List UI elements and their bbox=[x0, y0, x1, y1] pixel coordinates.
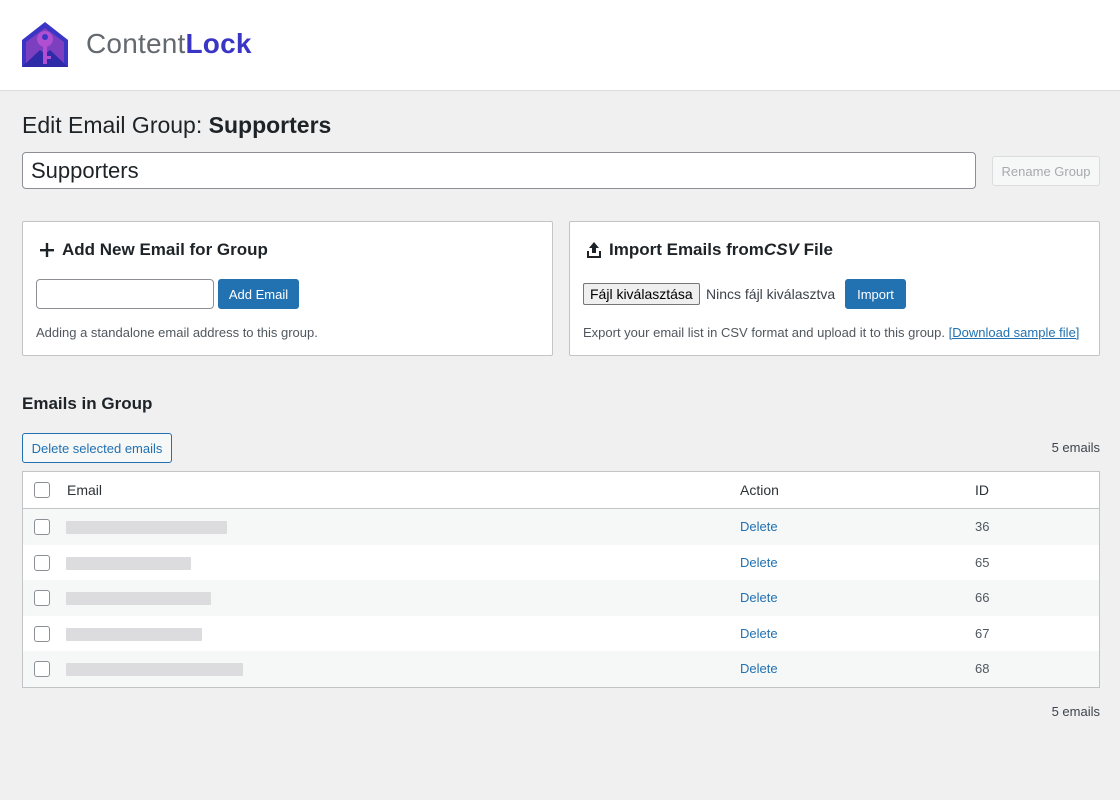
add-email-help: Adding a standalone email address to thi… bbox=[36, 325, 318, 340]
group-name-input[interactable] bbox=[22, 152, 976, 189]
page-title: Edit Email Group: Supporters bbox=[22, 112, 331, 139]
delete-link[interactable]: Delete bbox=[740, 519, 778, 534]
add-email-card-title: Add New Email for Group bbox=[39, 240, 268, 260]
plus-icon bbox=[40, 243, 54, 257]
redacted-email bbox=[66, 556, 191, 570]
row-id: 66 bbox=[975, 590, 990, 605]
choose-file-button[interactable]: Fájl kiválasztása bbox=[583, 283, 700, 305]
brand-name: ContentLock bbox=[86, 28, 252, 60]
import-title-suffix: File bbox=[798, 240, 833, 259]
rename-group-button[interactable]: Rename Group bbox=[992, 156, 1100, 186]
brand-name-bold: Lock bbox=[185, 28, 252, 59]
download-sample-link[interactable]: [Download sample file] bbox=[949, 325, 1080, 340]
row-checkbox[interactable] bbox=[34, 661, 50, 677]
add-email-card: Add New Email for Group Add Email Adding… bbox=[22, 221, 553, 356]
row-checkbox[interactable] bbox=[34, 590, 50, 606]
new-email-input[interactable] bbox=[36, 279, 214, 309]
redacted-email bbox=[66, 627, 202, 641]
delete-link[interactable]: Delete bbox=[740, 555, 778, 570]
row-checkbox[interactable] bbox=[34, 625, 50, 642]
column-id: ID bbox=[975, 482, 989, 498]
table-header: Email Action ID bbox=[23, 472, 1099, 509]
table-row: Delete 66 bbox=[23, 580, 1099, 616]
import-title-prefix: Import Emails from bbox=[609, 240, 764, 259]
email-count-top: 5 emails bbox=[1051, 440, 1100, 455]
table-row: Delete 68 bbox=[23, 651, 1099, 687]
row-id: 68 bbox=[975, 661, 990, 676]
row-id: 65 bbox=[975, 554, 990, 570]
page-title-group: Supporters bbox=[208, 112, 332, 138]
row-id: 67 bbox=[975, 625, 990, 641]
column-action: Action bbox=[740, 482, 779, 498]
table-row: Delete 36 bbox=[23, 509, 1099, 545]
emails-section-title: Emails in Group bbox=[22, 394, 153, 413]
file-status: Nincs fájl kiválasztva bbox=[706, 286, 836, 302]
table-row: Delete 67 bbox=[23, 616, 1099, 652]
select-all-checkbox[interactable] bbox=[34, 482, 50, 498]
redacted-email bbox=[66, 592, 211, 605]
redacted-email bbox=[66, 521, 227, 534]
table-row: Delete 65 bbox=[23, 545, 1099, 581]
column-email: Email bbox=[67, 482, 103, 498]
delete-selected-button[interactable]: Delete selected emails bbox=[22, 433, 172, 463]
delete-link[interactable]: Delete bbox=[740, 626, 778, 641]
import-help-text: Export your email list in CSV format and… bbox=[583, 325, 949, 340]
emails-table: Email Action ID Delete 36 Delete 65 Dele… bbox=[22, 471, 1100, 688]
import-help: Export your email list in CSV format and… bbox=[583, 325, 1079, 340]
redacted-email bbox=[66, 663, 243, 676]
brand-name-light: Content bbox=[86, 28, 186, 59]
row-checkbox[interactable] bbox=[34, 554, 50, 571]
contentlock-logo bbox=[22, 22, 68, 67]
row-id: 36 bbox=[975, 519, 990, 534]
add-email-button[interactable]: Add Email bbox=[218, 279, 299, 309]
upload-icon bbox=[587, 242, 601, 258]
page-title-prefix: Edit Email Group: bbox=[22, 112, 209, 138]
delete-link[interactable]: Delete bbox=[740, 661, 778, 676]
import-button[interactable]: Import bbox=[845, 279, 906, 309]
delete-link[interactable]: Delete bbox=[740, 590, 778, 605]
row-checkbox[interactable] bbox=[34, 519, 50, 535]
import-csv-card-title: Import Emails from CSV File bbox=[586, 240, 833, 260]
top-bar: ContentLock bbox=[0, 0, 1120, 91]
add-email-title-text: Add New Email for Group bbox=[62, 240, 268, 259]
email-count-bottom: 5 emails bbox=[1051, 704, 1100, 719]
import-title-csv: CSV bbox=[763, 240, 799, 259]
import-csv-card: Import Emails from CSV File Fájl kiválas… bbox=[569, 221, 1100, 356]
